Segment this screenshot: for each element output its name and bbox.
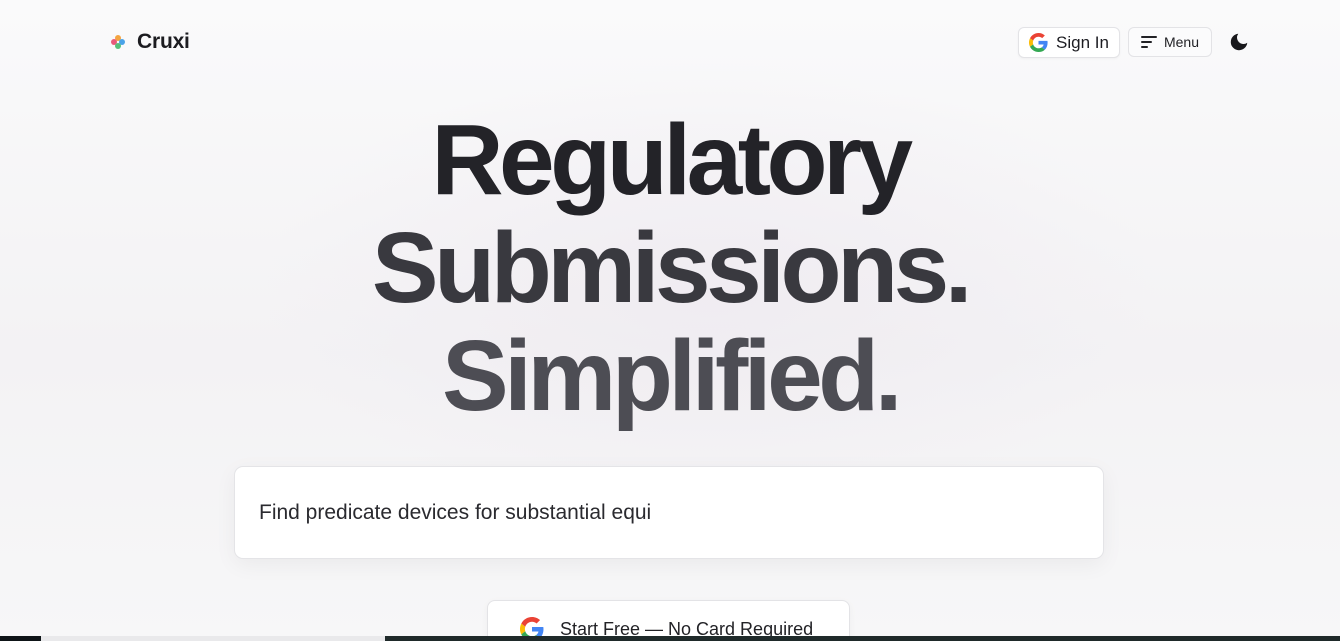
menu-button[interactable]: Menu	[1128, 27, 1212, 57]
google-icon	[1029, 33, 1048, 52]
theme-toggle-button[interactable]	[1226, 29, 1252, 55]
hero-line-2: Submissions.	[371, 212, 973, 324]
hero-line-3: Simplified.	[441, 320, 903, 432]
hero-line-1: Regulatory	[431, 104, 913, 216]
search-input[interactable]: Find predicate devices for substantial e…	[259, 501, 651, 525]
moon-icon	[1230, 33, 1248, 51]
hero-headline: Regulatory Submissions. Simplified.	[0, 106, 1340, 430]
menu-label: Menu	[1163, 34, 1200, 50]
bottom-edge-bar	[0, 636, 1340, 641]
cruxi-logo-icon	[111, 35, 125, 49]
site-header: Cruxi Sign In Menu	[0, 0, 1340, 84]
menu-lines-icon	[1140, 36, 1157, 48]
bottom-bar-segment	[0, 636, 41, 641]
brand-name: Cruxi	[137, 30, 190, 53]
bottom-bar-segment	[41, 636, 385, 641]
brand-link[interactable]: Cruxi	[110, 28, 190, 56]
bottom-bar-segment	[385, 636, 1340, 641]
start-free-button[interactable]: Start Free — No Card Required	[487, 600, 850, 641]
sign-in-button[interactable]: Sign In	[1018, 27, 1120, 58]
search-box[interactable]: Find predicate devices for substantial e…	[234, 466, 1104, 559]
sign-in-label: Sign In	[1056, 32, 1109, 52]
